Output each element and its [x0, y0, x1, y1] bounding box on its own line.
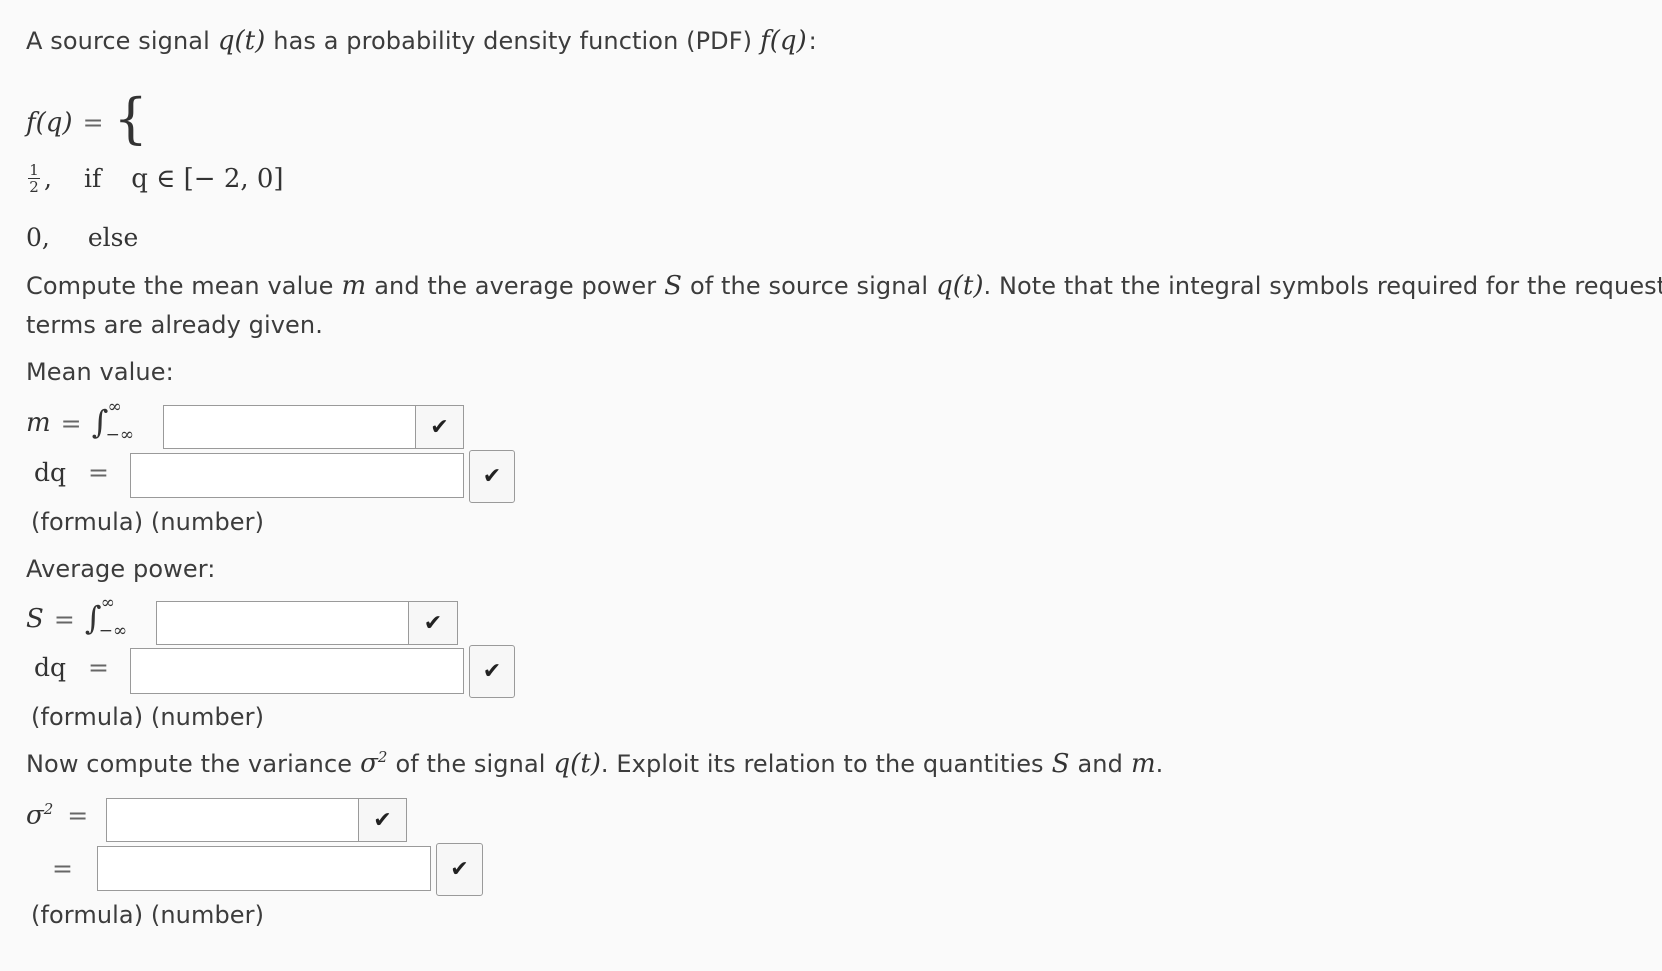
variance-text-d: and [1077, 749, 1123, 778]
variance-text-a: Now compute the variance [26, 749, 353, 778]
power-hints: (formula) (number) [31, 703, 265, 731]
task-q-of-t: q(t) [936, 271, 984, 301]
task-text-b: and the average power [374, 272, 657, 300]
mean-result-input[interactable] [130, 453, 464, 498]
power-result-row: dq = [34, 653, 109, 682]
mean-result-check-button[interactable]: ✔ [469, 450, 515, 503]
power-heading: Average power: [26, 555, 216, 583]
intro-line: A source signal q(t) has a probability d… [26, 26, 817, 62]
variance-result-input[interactable] [97, 846, 431, 891]
task-text-a: Compute the mean value [26, 272, 334, 300]
variance-eq: = [67, 800, 89, 830]
integral-lower-limit: −∞ [105, 425, 135, 445]
intro-q-of-t: q(t) [217, 26, 266, 56]
variance-hints: (formula) (number) [31, 901, 265, 929]
variance-lhs-exponent: 2 [43, 800, 54, 818]
pdf-case2-value: 0, [26, 223, 50, 252]
task-m: m [341, 271, 367, 301]
check-icon: ✔ [450, 857, 469, 882]
mean-hints: (formula) (number) [31, 508, 265, 536]
pdf-lhs: f(q) = { [26, 87, 148, 150]
pdf-brace: { [113, 87, 148, 150]
power-result-input[interactable] [130, 648, 464, 694]
variance-lhs: σ2 [26, 800, 53, 831]
check-icon: ✔ [373, 807, 392, 833]
variance-sigma: σ2 [360, 748, 387, 779]
pdf-eq: = [82, 108, 104, 137]
task-text-d: . Note that the integral symbols require… [983, 272, 1662, 300]
mean-result-row: dq = [34, 458, 109, 487]
power-integral-sign: ∫ ∞ −∞ [85, 593, 133, 641]
check-icon: ✔ [423, 610, 443, 636]
variance-lhs-sigma: σ [26, 800, 44, 831]
intro-text-b: has a probability density function (PDF) [273, 27, 753, 55]
integral-upper-limit: ∞ [100, 593, 115, 613]
variance-q-of-t: q(t) [553, 748, 601, 779]
pdf-case-1: 1 2 , if q ∈ [− 2, 0] [28, 162, 284, 195]
power-integral-row: S = ∫ ∞ −∞ [26, 593, 133, 641]
mean-lhs: m [26, 408, 51, 438]
mean-eq: = [60, 408, 82, 438]
integral-upper-limit: ∞ [107, 397, 122, 417]
variance-S: S [1051, 748, 1070, 779]
intro-colon: : [808, 27, 817, 55]
power-integrand-input[interactable] [156, 601, 409, 645]
pdf-f-of-q: f(q) [26, 108, 73, 138]
task-S: S [664, 271, 682, 301]
power-dq: dq [34, 653, 67, 682]
intro-f-of-q: f(q) [760, 26, 807, 56]
mean-eq2: = [88, 458, 109, 487]
task-text-c: of the source signal [689, 272, 929, 300]
check-icon: ✔ [482, 464, 502, 489]
power-integrand-check-button[interactable]: ✔ [408, 601, 458, 645]
pdf-case1-denominator: 2 [29, 178, 39, 196]
variance-formula-check-button[interactable]: ✔ [358, 798, 407, 842]
pdf-case1-numerator: 1 [29, 161, 39, 179]
variance-dot: . [1155, 749, 1164, 778]
check-icon: ✔ [482, 659, 502, 684]
task-line-2: terms are already given. [26, 311, 323, 339]
pdf-case1-condition: q ∈ [− 2, 0] [131, 163, 284, 194]
task-line-1: Compute the mean value m and the average… [26, 271, 1662, 301]
variance-formula-input[interactable] [106, 798, 359, 842]
power-eq: = [53, 604, 75, 634]
check-icon: ✔ [430, 414, 449, 440]
variance-text-b: of the signal [395, 749, 546, 778]
intro-text-a: A source signal [26, 27, 210, 55]
variance-text-c: . Exploit its relation to the quantities [600, 749, 1044, 778]
mean-dq: dq [34, 458, 67, 487]
power-lhs: S [26, 604, 44, 634]
integral-lower-limit: −∞ [98, 621, 128, 641]
pdf-case1-comma: , [44, 164, 52, 193]
mean-integral-sign: ∫ ∞ −∞ [92, 397, 140, 445]
variance-eq2: = [52, 854, 73, 883]
pdf-case-2: 0, else [26, 223, 138, 252]
power-result-check-button[interactable]: ✔ [469, 645, 515, 698]
mean-integral-row: m = ∫ ∞ −∞ [26, 397, 140, 445]
mean-heading: Mean value: [26, 358, 174, 386]
variance-m: m [1130, 748, 1156, 779]
power-eq2: = [88, 653, 109, 682]
variance-lhs-row: σ2 = [26, 800, 88, 831]
variance-result-check-button[interactable]: ✔ [436, 843, 483, 896]
mean-integrand-check-button[interactable]: ✔ [415, 405, 464, 449]
variance-sigma-exponent: 2 [377, 748, 388, 766]
mean-integrand-input[interactable] [163, 405, 416, 449]
pdf-case1-if: if [83, 164, 102, 193]
pdf-case2-else: else [87, 223, 139, 252]
pdf-case1-fraction: 1 2 [28, 162, 40, 195]
variance-sigma-symbol: σ [360, 748, 378, 779]
variance-task-line: Now compute the variance σ2 of the signa… [26, 748, 1163, 779]
